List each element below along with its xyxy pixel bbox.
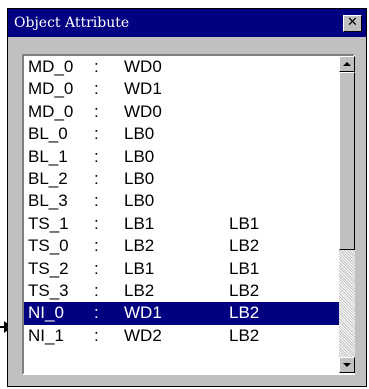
- row-value: LB1: [124, 213, 155, 233]
- list-item[interactable]: BL_2: LB0: [24, 168, 339, 190]
- row-separator: :: [94, 168, 99, 188]
- object-attribute-dialog: Object Attribute ✕ MD_0: WD0 MD_0: WD1 MD_0:…: [7, 8, 367, 387]
- close-button[interactable]: ✕: [343, 15, 362, 32]
- window-title: Object Attribute: [14, 15, 130, 31]
- row-value: LB1: [124, 258, 155, 278]
- row-separator: :: [94, 146, 99, 166]
- row-extra: LB1: [229, 213, 260, 233]
- row-separator: :: [94, 236, 99, 256]
- row-separator: :: [94, 79, 99, 99]
- row-name: TS_0: [28, 236, 69, 256]
- scroll-up-button[interactable]: [339, 56, 355, 72]
- list-item[interactable]: TS_2: LB1 LB1: [24, 258, 339, 280]
- list-item[interactable]: MD_0: WD0: [24, 101, 339, 123]
- row-value: WD1: [124, 303, 162, 323]
- row-name: BL_2: [28, 168, 68, 188]
- row-extra: LB2: [229, 325, 260, 345]
- row-name: TS_2: [28, 258, 69, 278]
- row-separator: :: [94, 124, 99, 144]
- row-name: BL_0: [28, 124, 68, 144]
- list-item[interactable]: MD_0: WD1: [24, 78, 339, 100]
- list-item[interactable]: BL_1: LB0: [24, 146, 339, 168]
- row-value: LB2: [124, 280, 155, 300]
- row-extra: LB2: [229, 280, 260, 300]
- list-item[interactable]: TS_0: LB2 LB2: [24, 235, 339, 257]
- attribute-list: MD_0: WD0 MD_0: WD1 MD_0: WD0 BL_0: LB0 BL_1: LB0…: [24, 56, 339, 373]
- row-extra: LB1: [229, 258, 260, 278]
- row-separator: :: [94, 57, 99, 76]
- title-bar: Object Attribute ✕: [8, 9, 366, 37]
- row-separator: :: [94, 213, 99, 233]
- close-icon: ✕: [347, 15, 358, 30]
- row-name: MD_0: [28, 101, 74, 121]
- row-extra: LB2: [229, 236, 260, 256]
- row-value: LB2: [124, 236, 155, 256]
- vertical-scrollbar[interactable]: [339, 56, 355, 373]
- triangle-down-icon: [343, 363, 351, 367]
- scroll-thumb[interactable]: [339, 72, 355, 250]
- row-name: NI_0: [28, 303, 64, 323]
- triangle-up-icon: [343, 62, 351, 66]
- list-item[interactable]: TS_3: LB2 LB2: [24, 280, 339, 302]
- row-separator: :: [94, 191, 99, 211]
- row-name: MD_0: [28, 79, 74, 99]
- list-item[interactable]: NI_1: WD2 LB2: [24, 325, 339, 347]
- attribute-listbox[interactable]: MD_0: WD0 MD_0: WD1 MD_0: WD0 BL_0: LB0 BL_1: LB0…: [22, 54, 355, 375]
- scroll-down-button[interactable]: [339, 357, 355, 373]
- row-name: BL_3: [28, 191, 68, 211]
- row-value: WD0: [124, 57, 162, 76]
- row-separator: :: [94, 325, 99, 345]
- list-item[interactable]: BL_0: LB0: [24, 123, 339, 145]
- row-name: TS_1: [28, 213, 69, 233]
- list-item[interactable]: BL_3: LB0: [24, 190, 339, 212]
- row-value: WD0: [124, 101, 162, 121]
- row-name: NI_1: [28, 325, 64, 345]
- row-value: WD2: [124, 325, 162, 345]
- row-value: LB0: [124, 191, 155, 211]
- row-value: WD1: [124, 79, 162, 99]
- row-name: TS_3: [28, 280, 69, 300]
- list-item[interactable]: TS_1: LB1 LB1: [24, 213, 339, 235]
- list-item[interactable]: NI_0: WD1 LB2: [24, 302, 339, 325]
- row-separator: :: [94, 303, 99, 323]
- row-value: LB0: [124, 124, 155, 144]
- row-separator: :: [94, 258, 99, 278]
- row-value: LB0: [124, 146, 155, 166]
- row-value: LB0: [124, 168, 155, 188]
- row-name: MD_0: [28, 57, 74, 76]
- row-extra: LB2: [229, 303, 260, 323]
- list-item[interactable]: MD_0: WD0: [24, 56, 339, 78]
- row-separator: :: [94, 280, 99, 300]
- row-name: BL_1: [28, 146, 68, 166]
- row-separator: :: [94, 101, 99, 121]
